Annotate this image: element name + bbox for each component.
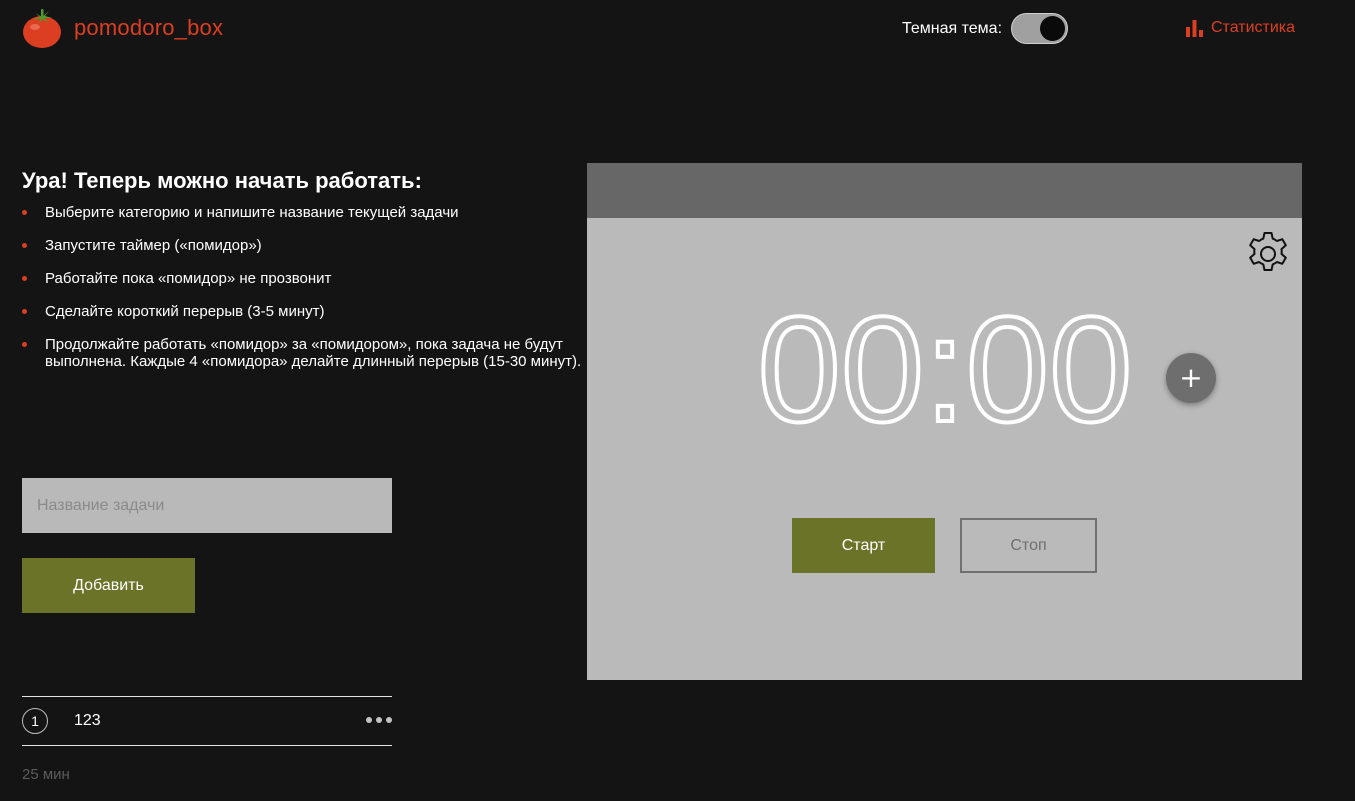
timer-digits: 00:00 [755, 303, 1134, 433]
instructions: Ура! Теперь можно начать работать: Выбер… [22, 168, 582, 386]
timer-header [587, 163, 1302, 218]
total-time: 25 мин [22, 766, 70, 783]
theme-switcher: Темная тема: [902, 13, 1069, 44]
statistics-label: Статистика [1211, 19, 1296, 36]
menu-dot [366, 717, 372, 723]
bullet [22, 210, 27, 215]
task-name-input[interactable] [22, 478, 392, 533]
step-text: Сделайте короткий перерыв (3-5 минут) [45, 303, 325, 320]
tomato-icon [23, 9, 61, 48]
instructions-title: Ура! Теперь можно начать работать: [22, 168, 422, 193]
dark-theme-toggle[interactable] [1011, 13, 1069, 44]
task-name: 123 [74, 712, 101, 729]
task-pomodoro-count: 1 [22, 708, 48, 734]
instruction-step: Работайте пока «помидор» не прозвонит [22, 270, 582, 287]
more-horizontal-icon[interactable] [366, 717, 392, 723]
app-page: pomodoro_box Темная тема: Статистика Ура… [0, 0, 1355, 801]
bullet [22, 276, 27, 281]
statistics-link[interactable]: Статистика [1186, 19, 1295, 37]
add-time-button[interactable]: + [1166, 353, 1216, 403]
timer-card: 00:00 + Старт Стоп [587, 163, 1302, 680]
bullet [22, 309, 27, 314]
step-text: Выберите категорию и напишите название т… [45, 204, 459, 221]
bullet [22, 243, 27, 248]
toggle-knob [1040, 16, 1066, 41]
step-text: Работайте пока «помидор» не прозвонит [45, 270, 332, 287]
instructions-list: Выберите категорию и напишите название т… [22, 204, 582, 370]
app-name: pomodoro_box [74, 15, 224, 40]
header: pomodoro_box Темная тема: Статистика [0, 0, 1355, 60]
instruction-step: Выберите категорию и напишите название т… [22, 204, 582, 221]
start-button[interactable]: Старт [792, 518, 935, 573]
task-row[interactable]: 1 123 [22, 696, 392, 746]
gear-icon[interactable] [1244, 230, 1292, 278]
timer-text: 00:00 [757, 303, 1132, 433]
instruction-step: Продолжайте работать «помидор» за «помид… [22, 336, 582, 370]
logo[interactable]: pomodoro_box [22, 7, 223, 49]
task-list: 1 123 25 мин [22, 696, 392, 783]
bullet [22, 342, 27, 347]
add-task-button[interactable]: Добавить [22, 558, 195, 613]
instruction-step: Сделайте короткий перерыв (3-5 минут) [22, 303, 582, 320]
bar-chart-icon [1186, 19, 1203, 37]
step-text: Запустите таймер («помидор») [45, 237, 262, 254]
menu-dot [376, 717, 382, 723]
instruction-step: Запустите таймер («помидор») [22, 237, 582, 254]
step-text: Продолжайте работать «помидор» за «помид… [45, 336, 582, 370]
theme-label: Темная тема: [902, 19, 1003, 37]
menu-dot [386, 717, 392, 723]
stop-button[interactable]: Стоп [960, 518, 1097, 573]
